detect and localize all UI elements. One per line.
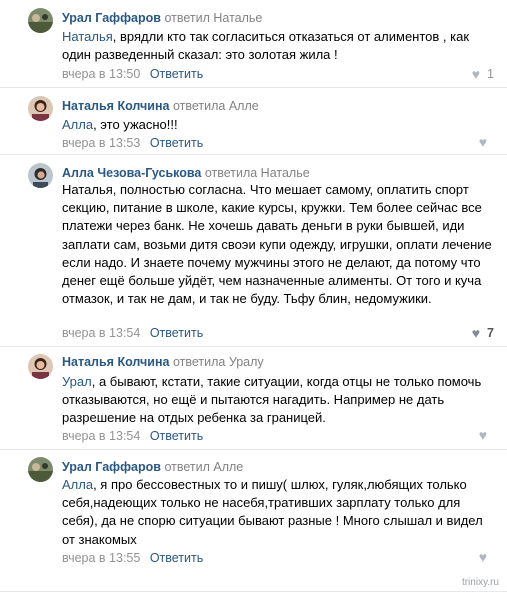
like-button[interactable]: ♥	[479, 428, 494, 442]
comment-body: , это ужасно!!!	[93, 117, 178, 132]
comment-text: Алла, это ужасно!!!	[62, 116, 492, 134]
comment-body: , врядли кто так согласиться отказаться …	[62, 29, 470, 63]
avatar[interactable]	[28, 457, 53, 482]
comment: Наталья Колчина ответила Уралу Урал, а б…	[0, 347, 507, 450]
replied-to: ответила Наталье	[204, 166, 310, 180]
like-button[interactable]: ♥ 1	[472, 66, 494, 82]
comment-header: Алла Чезова-Гуськова ответила Наталье	[62, 165, 310, 181]
comment-text: Алла, я про бессовестных то и пишу( шлюх…	[62, 476, 492, 549]
replied-to: ответил Алле	[164, 460, 244, 474]
watermark: trinixy.ru	[461, 577, 499, 588]
mention-link[interactable]: Урал	[62, 374, 92, 389]
like-button[interactable]: ♥ 7	[472, 325, 494, 341]
avatar[interactable]	[28, 96, 53, 121]
comment-body: , а бывают, кстати, такие ситуации, когд…	[62, 374, 482, 426]
author-name[interactable]: Алла Чезова-Гуськова	[62, 166, 201, 180]
comment-header: Урал Гаффаров ответил Наталье	[62, 10, 262, 26]
comment-body: , я про бессовестных то и пишу( шлюх, гу…	[62, 477, 483, 547]
comment: Урал Гаффаров ответил Алле Алла, я про б…	[0, 450, 507, 592]
timestamp[interactable]: вчера в 13:53	[62, 136, 140, 150]
reply-button[interactable]: Ответить	[150, 326, 203, 340]
comment-text: Наталья, врядли кто так согласиться отка…	[62, 28, 492, 64]
reply-button[interactable]: Ответить	[150, 136, 203, 150]
author-name[interactable]: Наталья Колчина	[62, 99, 169, 113]
comment-text: Урал, а бывают, кстати, такие ситуации, …	[62, 373, 492, 428]
reply-button[interactable]: Ответить	[150, 429, 203, 443]
comment-header: Урал Гаффаров ответил Алле	[62, 459, 243, 475]
like-button[interactable]: ♥	[479, 135, 494, 149]
comment-meta: вчера в 13:53 Ответить	[62, 135, 203, 151]
heart-icon: ♥	[471, 325, 481, 341]
replied-to: ответил Наталье	[164, 11, 263, 25]
comment-meta: вчера в 13:54 Ответить	[62, 428, 203, 444]
comment-header: Наталья Колчина ответила Алле	[62, 98, 259, 114]
like-count: 1	[487, 67, 494, 81]
mention-link[interactable]: Наталья	[62, 29, 113, 44]
heart-icon: ♥	[478, 427, 487, 443]
author-name[interactable]: Урал Гаффаров	[62, 11, 161, 25]
comment: Наталья Колчина ответила Алле Алла, это …	[0, 88, 507, 155]
avatar[interactable]	[28, 163, 53, 188]
avatar[interactable]	[28, 354, 53, 379]
reply-button[interactable]: Ответить	[150, 551, 203, 565]
heart-icon: ♥	[478, 134, 487, 150]
mention-link[interactable]: Алла	[62, 477, 93, 492]
comment-header: Наталья Колчина ответила Уралу	[62, 354, 264, 370]
comment-meta: вчера в 13:50 Ответить	[62, 66, 203, 82]
replied-to: ответила Алле	[172, 99, 259, 113]
like-count: 7	[487, 326, 494, 340]
author-name[interactable]: Урал Гаффаров	[62, 460, 161, 474]
timestamp[interactable]: вчера в 13:55	[62, 551, 140, 565]
avatar[interactable]	[28, 8, 53, 33]
timestamp[interactable]: вчера в 13:54	[62, 429, 140, 443]
timestamp[interactable]: вчера в 13:50	[62, 67, 140, 81]
comment: Урал Гаффаров ответил Наталье Наталья, в…	[0, 0, 507, 88]
replied-to: ответила Уралу	[172, 355, 264, 369]
comment-meta: вчера в 13:54 Ответить	[62, 325, 203, 341]
heart-icon: ♥	[478, 549, 487, 565]
reply-button[interactable]: Ответить	[150, 67, 203, 81]
like-button[interactable]: ♥	[479, 550, 494, 564]
comment: Алла Чезова-Гуськова ответила Наталье На…	[0, 155, 507, 347]
comment-text: Наталья, полностью согласна. Что мешает …	[62, 181, 492, 308]
comment-body: Наталья, полностью согласна. Что мешает …	[62, 182, 492, 307]
mention-link[interactable]: Алла	[62, 117, 93, 132]
timestamp[interactable]: вчера в 13:54	[62, 326, 140, 340]
heart-icon: ♥	[471, 66, 481, 82]
author-name[interactable]: Наталья Колчина	[62, 355, 169, 369]
comment-meta: вчера в 13:55 Ответить	[62, 550, 203, 566]
